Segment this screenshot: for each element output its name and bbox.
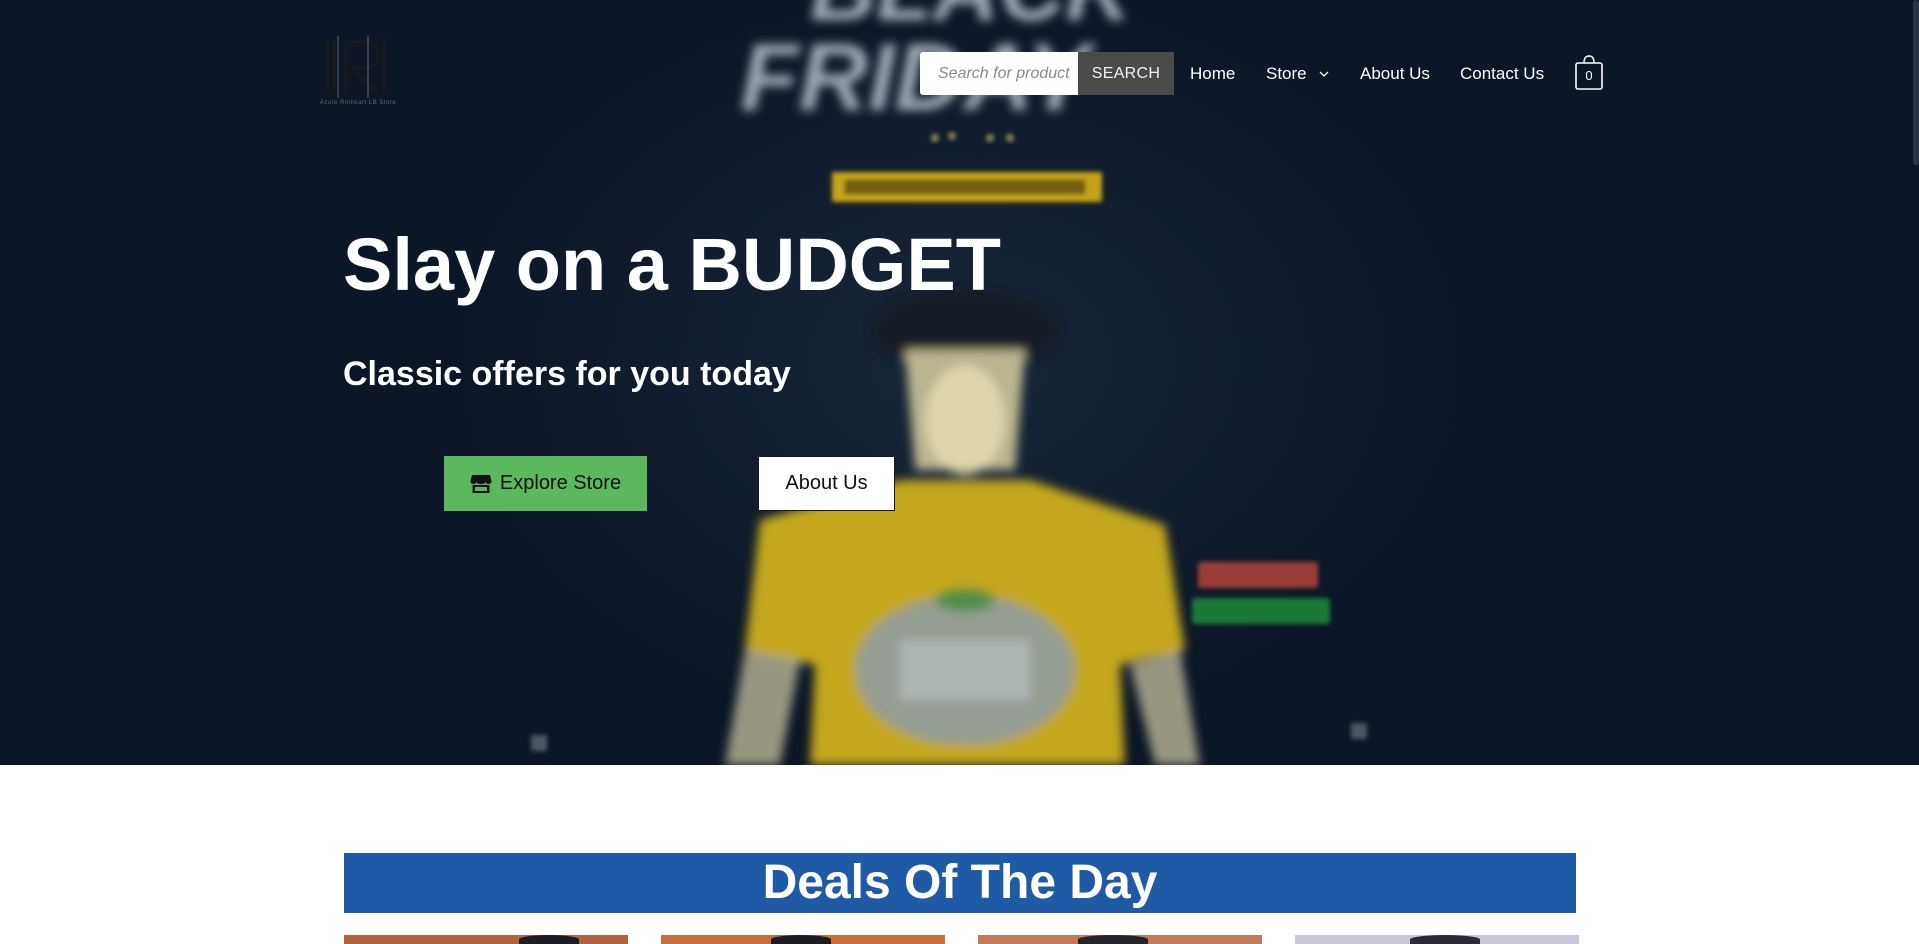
deals-of-the-day-banner: Deals Of The Day (344, 853, 1576, 913)
hero-subtitle: Classic offers for you today (343, 355, 791, 393)
product-card-image[interactable] (344, 935, 628, 944)
hero-background-image: BLACK FRIDAY (0, 0, 1919, 765)
search-button[interactable]: SEARCH (1078, 52, 1174, 95)
product-image-detail (519, 935, 579, 944)
nav-item-contact-us[interactable]: Contact Us (1460, 62, 1544, 86)
nav-item-label: Contact Us (1460, 64, 1545, 83)
product-image-detail (771, 935, 831, 944)
hero-title: Slay on a BUDGET (343, 223, 1001, 306)
search-input[interactable] (920, 52, 1078, 95)
nav-item-label: Store (1266, 64, 1307, 83)
product-image-detail (1078, 935, 1148, 944)
product-search: SEARCH (920, 52, 1174, 95)
cart-count-badge: 0 (1585, 68, 1593, 83)
nav-item-label: Home (1190, 64, 1236, 83)
nav-item-about-us[interactable]: About Us (1360, 62, 1430, 86)
hero-section: BLACK FRIDAY (0, 0, 1919, 765)
store-icon (470, 474, 492, 494)
explore-store-label: Explore Store (499, 472, 622, 494)
site-logo[interactable]: Azure Rinheart LB Store (318, 32, 398, 112)
product-image-detail (1410, 935, 1480, 944)
logo-text: Azure Rinheart LB Store (319, 100, 397, 106)
chevron-down-icon (1319, 71, 1329, 77)
scrollbar-thumb[interactable] (1913, 0, 1919, 165)
logo-mark-icon (326, 36, 386, 98)
nav-item-home[interactable]: Home (1190, 62, 1235, 86)
nav-item-store[interactable]: Store (1266, 62, 1329, 86)
product-card-image[interactable] (1295, 935, 1579, 944)
product-card-image[interactable] (978, 935, 1262, 944)
product-card-image[interactable] (661, 935, 945, 944)
nav-item-label: About Us (1360, 64, 1430, 83)
cart-button[interactable]: 0 (1575, 54, 1603, 90)
explore-store-button[interactable]: Explore Store (444, 456, 647, 511)
about-us-button[interactable]: About Us (758, 456, 895, 511)
section-title: Deals Of The Day (762, 856, 1158, 909)
